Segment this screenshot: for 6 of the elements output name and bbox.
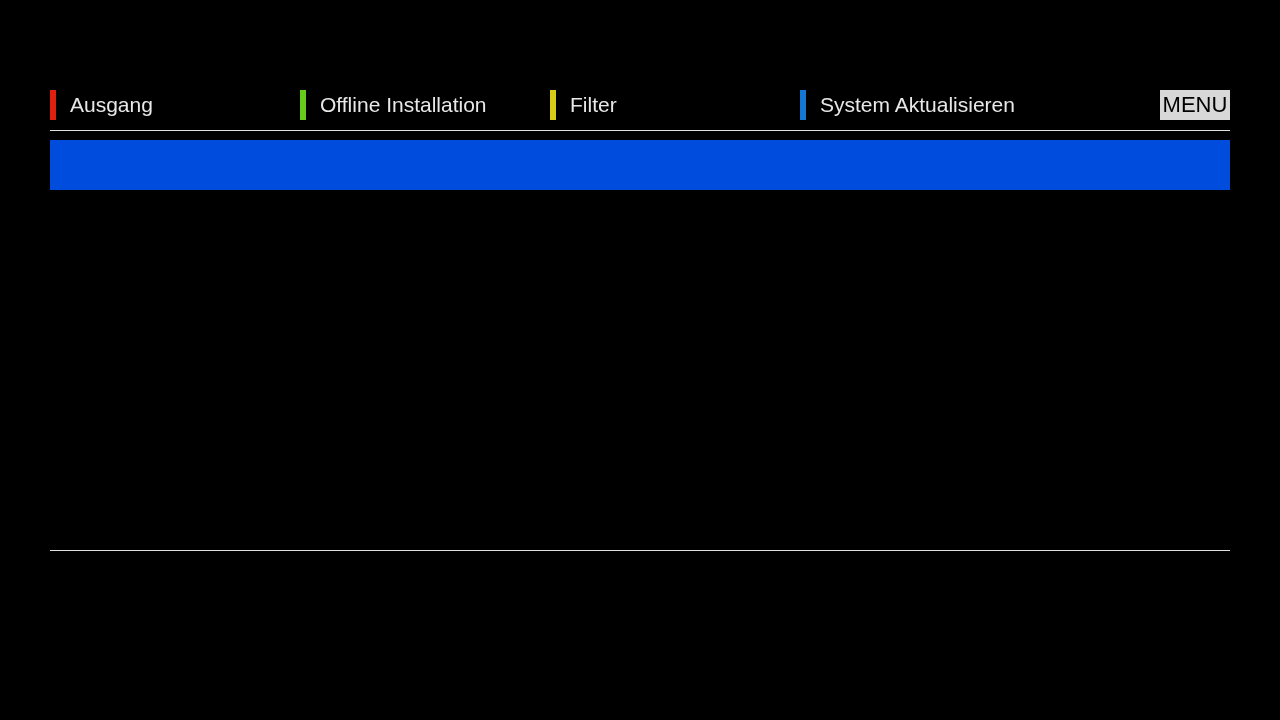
menu-key: MENU [1160,90,1230,120]
key-hint-label: Ausgang [70,92,153,118]
key-hint-label: Filter [570,92,617,118]
selection-highlight[interactable] [50,140,1230,190]
key-hint-label: System Aktualisieren [820,92,1015,118]
key-hint-label: Offline Installation [320,92,487,118]
